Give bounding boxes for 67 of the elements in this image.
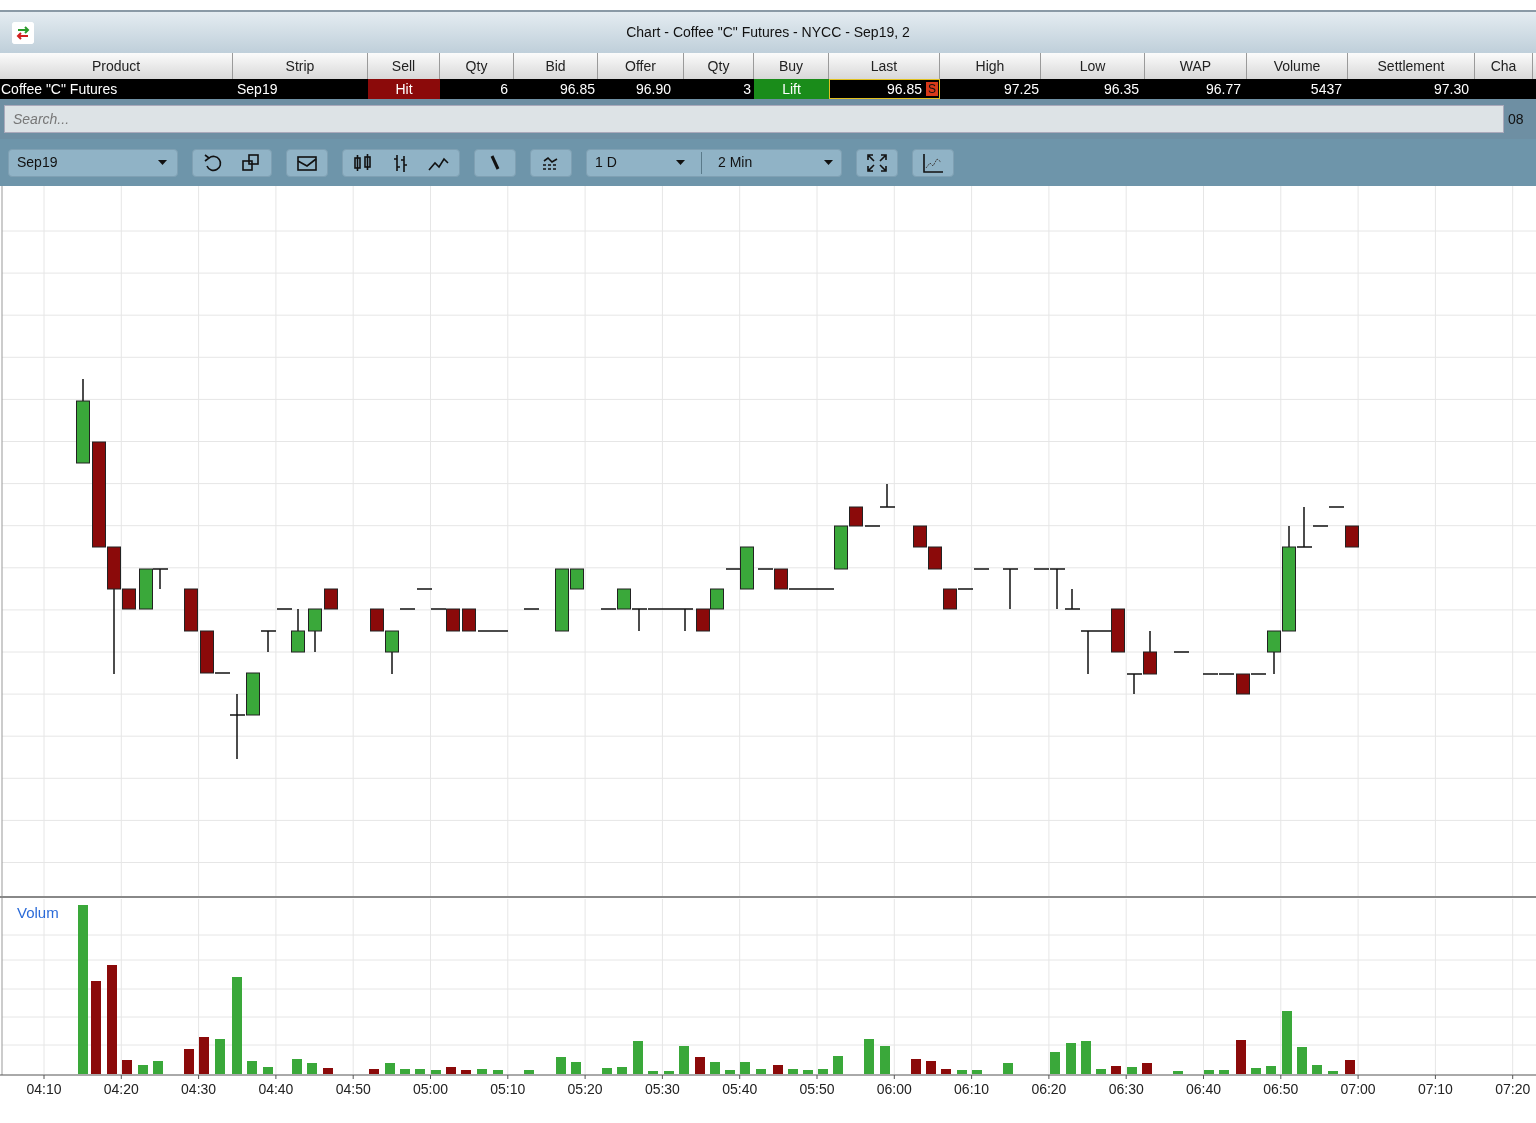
axis-label: 04:40 — [258, 1081, 294, 1097]
range-dropdown[interactable]: 1 D — [595, 152, 685, 173]
tick-mark — [971, 1074, 973, 1080]
tick-mark — [1280, 1074, 1282, 1080]
caret-icon — [824, 160, 833, 165]
table-cell: Coffee "C" Futures — [1, 81, 118, 97]
tick-mark — [1357, 1074, 1359, 1080]
table-cell: 5437 — [1310, 81, 1342, 97]
axis-label: 05:20 — [567, 1081, 603, 1097]
axis-label: 07:00 — [1340, 1081, 1376, 1097]
tick-mark — [198, 1074, 200, 1080]
caret-icon — [676, 160, 685, 165]
tick-mark — [816, 1074, 818, 1080]
tick-mark — [739, 1074, 741, 1080]
axis-label: 06:30 — [1108, 1081, 1144, 1097]
axis-label: 05:30 — [644, 1081, 680, 1097]
axis-label: 06:20 — [1031, 1081, 1067, 1097]
tick-mark — [275, 1074, 277, 1080]
table-cell: 96.85 — [559, 81, 595, 97]
tick-mark — [352, 1074, 354, 1080]
table-cell: 97.25 — [1003, 81, 1039, 97]
search-field[interactable]: Search... — [4, 105, 1504, 133]
table-cell: 96.90 — [636, 81, 672, 97]
axis-label: 06:40 — [1186, 1081, 1221, 1097]
axis-label: 06:00 — [876, 1081, 912, 1097]
axis-label: 07:10 — [1417, 1081, 1453, 1097]
axis-label: 06:10 — [954, 1081, 990, 1097]
tick-mark — [893, 1074, 895, 1080]
axis-label: 05:10 — [490, 1081, 526, 1097]
chart-settings-icon[interactable] — [921, 151, 945, 174]
window-title: Chart - Coffee "C" Futures - NYCC - Sep19, 2 — [626, 23, 910, 42]
axis-label: 04:20 — [103, 1081, 139, 1097]
clipped-text: 08 — [1508, 109, 1524, 129]
axis-label: 04:30 — [181, 1081, 217, 1097]
axis-label: 05:50 — [799, 1081, 835, 1097]
axis-label: 05:40 — [722, 1081, 758, 1097]
column-header[interactable]: Last — [829, 53, 940, 79]
table-cell: 3 — [743, 81, 751, 97]
fullscreen-icon[interactable] — [865, 151, 889, 174]
caret-icon — [158, 160, 167, 165]
tick-mark — [584, 1074, 586, 1080]
axis-label: 04:50 — [335, 1081, 371, 1097]
hit-button[interactable]: Hit — [368, 79, 440, 99]
interval-dropdown[interactable]: 2 Min — [718, 152, 833, 173]
tick-mark — [507, 1074, 509, 1080]
table-cell: 96.77 — [1205, 81, 1241, 97]
axis-label: 06:50 — [1263, 1081, 1299, 1097]
panel-label: Volum — [17, 904, 59, 921]
table-cell: 6 — [500, 81, 508, 97]
lift-button[interactable]: Lift — [754, 79, 829, 99]
tick-mark — [1125, 1074, 1127, 1080]
tick-mark — [661, 1074, 663, 1080]
tick-mark — [1048, 1074, 1050, 1080]
axis-label: 04:10 — [26, 1081, 62, 1097]
tick-mark — [43, 1074, 45, 1080]
tick-mark — [1512, 1074, 1514, 1080]
table-cell: Sep19 — [237, 81, 278, 97]
table-cell: 97.30 — [1433, 81, 1469, 97]
flag-badge: S — [926, 82, 938, 96]
axis-label: 05:00 — [413, 1081, 448, 1097]
axis-label: 07:20 — [1495, 1081, 1531, 1097]
tick-mark — [120, 1074, 122, 1080]
tick-mark — [1203, 1074, 1204, 1080]
tick-mark — [1434, 1074, 1436, 1080]
table-cell: 96.85 — [886, 80, 922, 98]
table-cell: 96.35 — [1103, 81, 1139, 97]
tick-mark — [430, 1074, 431, 1080]
